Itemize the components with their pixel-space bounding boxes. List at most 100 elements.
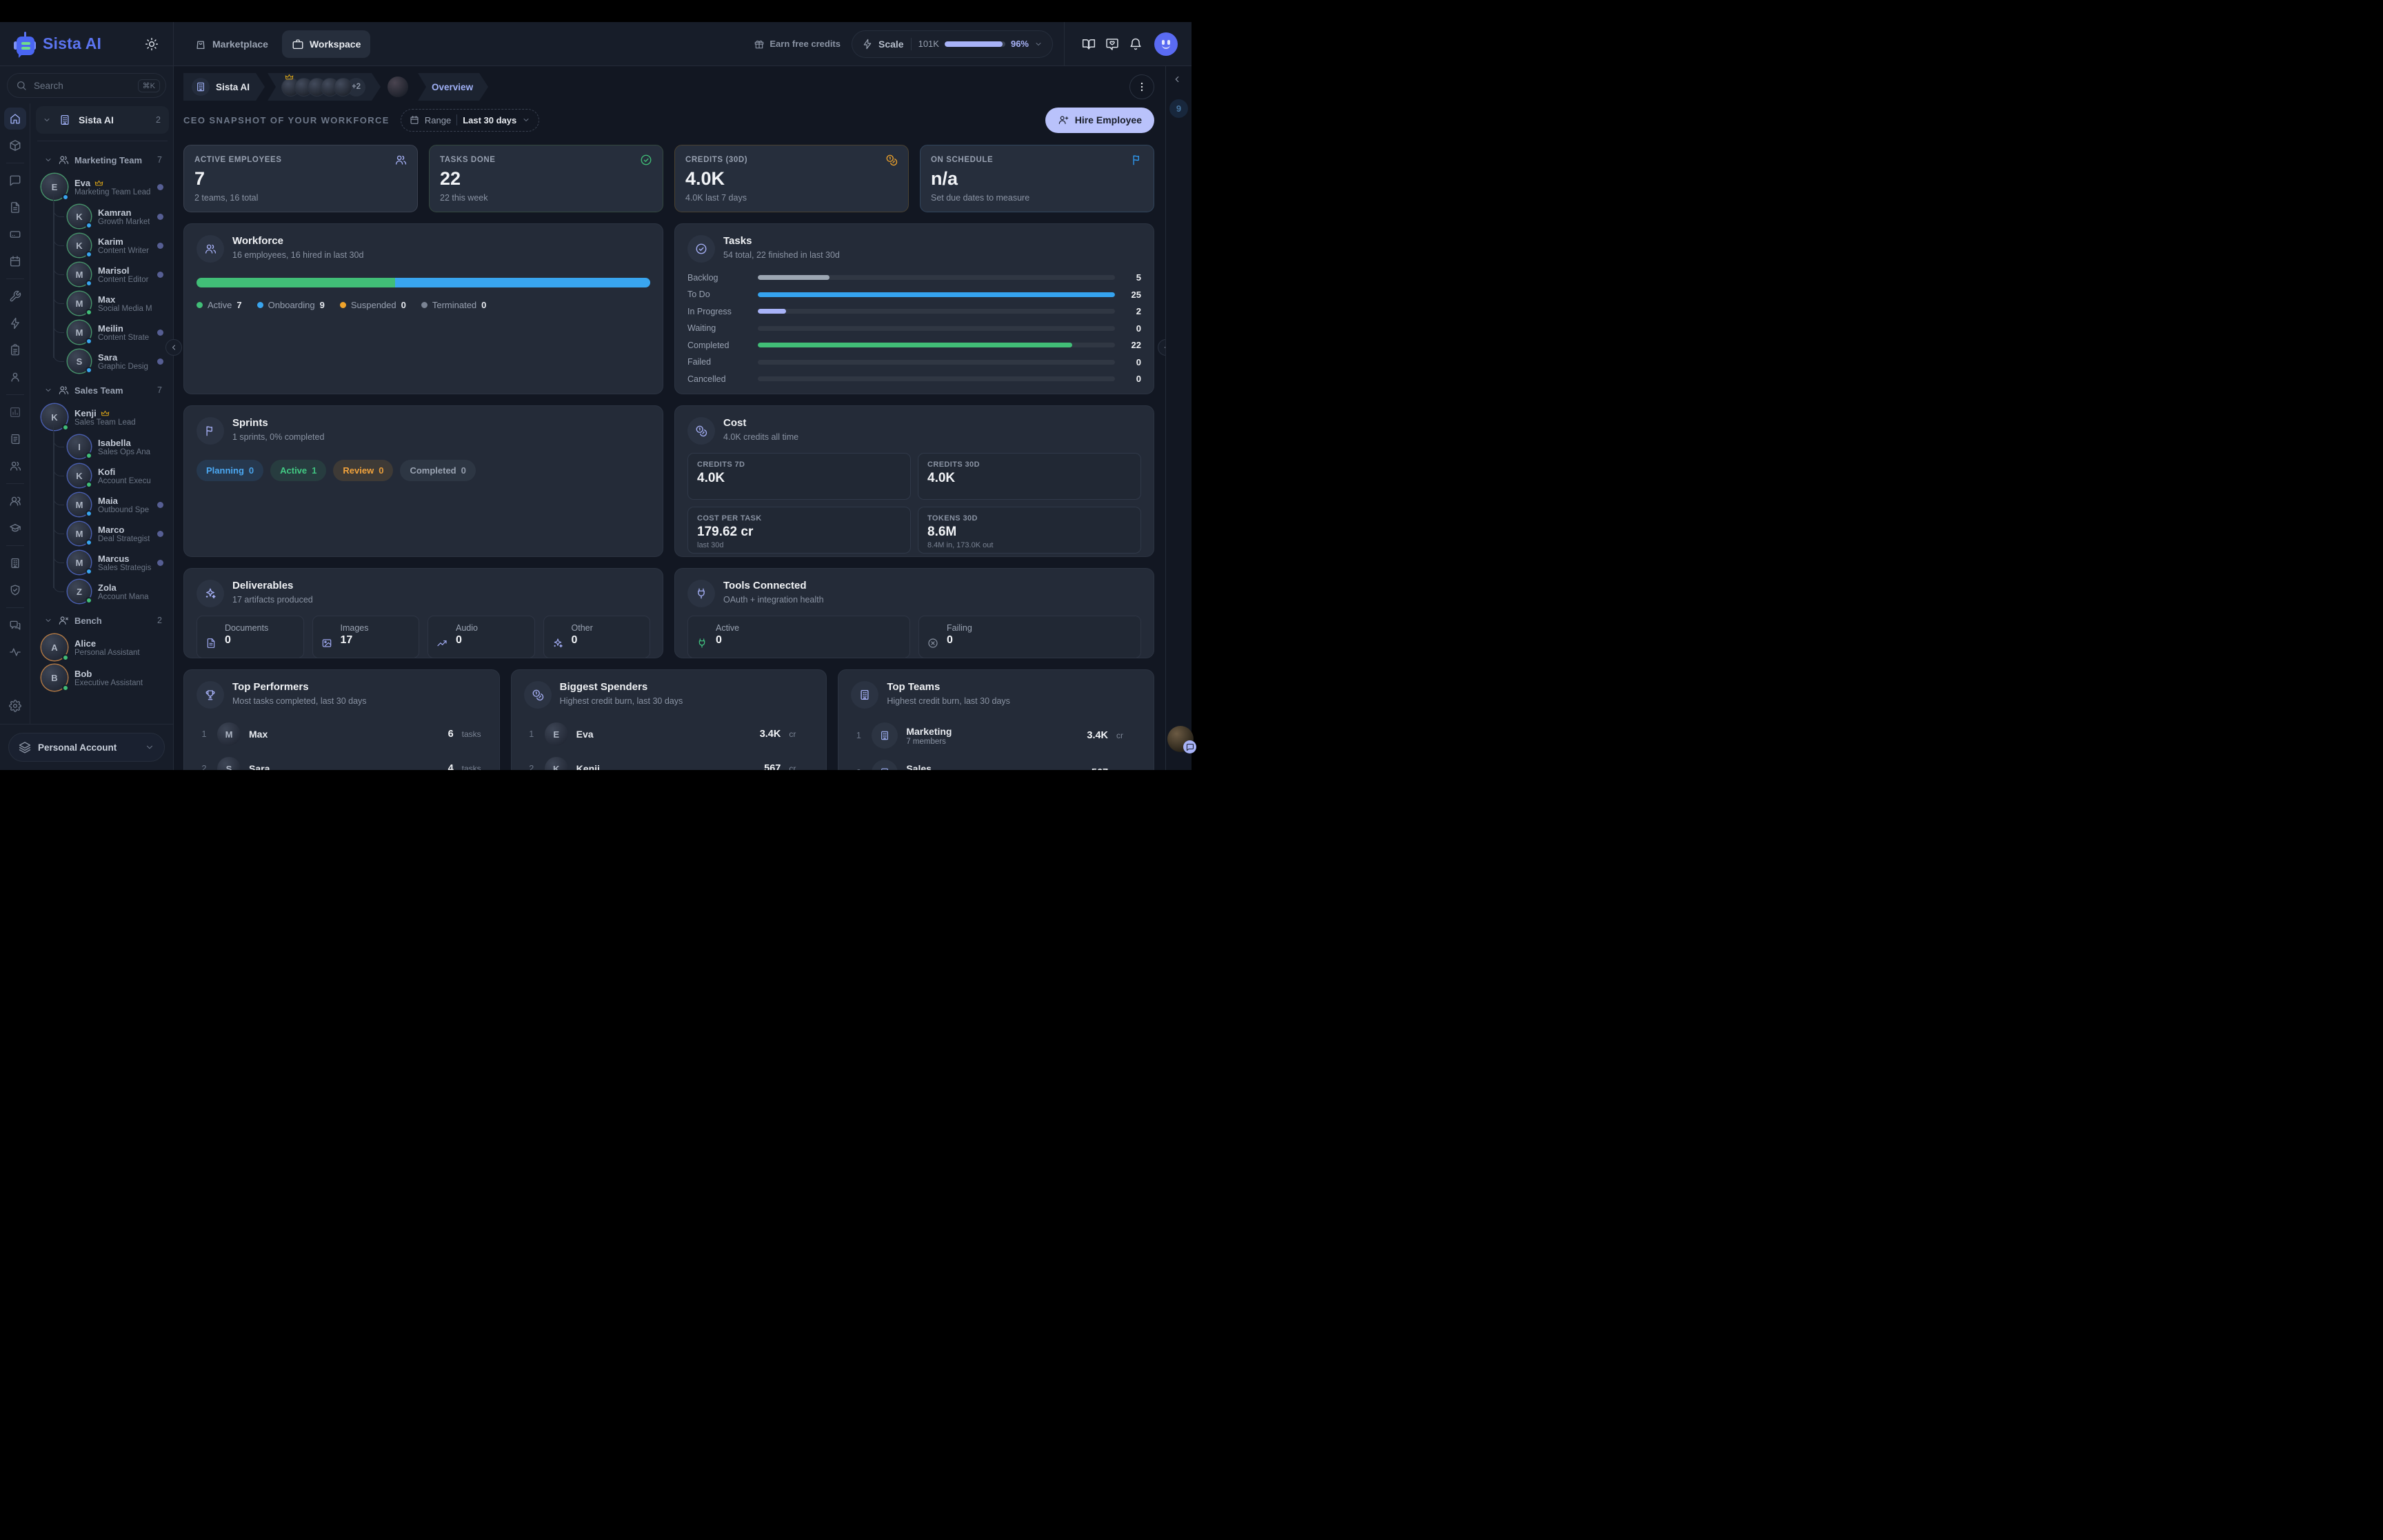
rail-chat-button[interactable]: [4, 170, 26, 192]
sidebar-collapse-button[interactable]: [165, 339, 182, 356]
leaderboard-title: Biggest Spenders: [560, 681, 683, 694]
assistant-avatar[interactable]: [1167, 726, 1194, 752]
team-header-sales-team[interactable]: Sales Team7: [36, 378, 169, 402]
tools-cell-active: Active0: [687, 616, 910, 658]
team-tree: Marketing Team7EEvaMarketing Team LeadKK…: [36, 148, 169, 693]
search-input[interactable]: [32, 80, 132, 92]
team-header-bench[interactable]: Bench2: [36, 609, 169, 632]
scale-control[interactable]: Scale 101K 96%: [852, 30, 1053, 58]
workforce-bar: [197, 278, 650, 287]
team-header-marketing-team[interactable]: Marketing Team7: [36, 148, 169, 172]
hire-employee-button[interactable]: Hire Employee: [1045, 108, 1154, 133]
more-options-button[interactable]: [1129, 74, 1154, 99]
avatar: B: [41, 665, 68, 691]
stat-card-credits-30d[interactable]: CREDITS (30D) 4.0K 4.0K last 7 days: [674, 145, 909, 212]
rail-settings-button[interactable]: [4, 695, 26, 717]
messages-icon: [9, 619, 21, 631]
leaderboard-row[interactable]: 2Sales7 members567cr: [851, 757, 1141, 770]
stat-card-on-schedule[interactable]: ON SCHEDULE n/a Set due dates to measure: [920, 145, 1154, 212]
rail-conversations-button[interactable]: [4, 614, 26, 636]
deliverables-title: Deliverables: [232, 580, 313, 593]
rail-people-button[interactable]: [4, 490, 26, 512]
tab-marketplace[interactable]: Marketplace: [185, 30, 278, 58]
rail-teams-button[interactable]: [4, 455, 26, 477]
stat-label: ACTIVE EMPLOYEES: [194, 156, 282, 164]
scroll-icon: [9, 433, 21, 445]
file-text-icon: [205, 638, 217, 649]
leaderboard-row[interactable]: 1EEva3.4Kcr: [524, 720, 814, 749]
stat-sub: 4.0K last 7 days: [685, 193, 898, 203]
user-icon: [9, 371, 21, 383]
tab-workspace[interactable]: Workspace: [282, 30, 370, 58]
cost-title: Cost: [723, 417, 798, 430]
stat-card-tasks-done[interactable]: TASKS DONE 22 22 this week: [429, 145, 663, 212]
right-rail-collapse-button[interactable]: [1172, 74, 1182, 86]
team-members: KKenjiSales Team LeadIIsabellaSales Ops …: [36, 402, 169, 606]
docs-button[interactable]: [1077, 32, 1100, 56]
legend-item: Active7: [197, 300, 242, 310]
earn-credits-button[interactable]: Earn free credits: [754, 39, 841, 50]
cost-card: Cost 4.0K credits all time CREDITS 7D4.0…: [674, 405, 1154, 557]
users-icon: [394, 154, 407, 166]
building-icon: [57, 112, 73, 128]
rail-logs-button[interactable]: [4, 428, 26, 450]
avatar: M: [68, 522, 91, 545]
rail-organization-button[interactable]: [4, 552, 26, 574]
breadcrumb-page-overview[interactable]: Overview: [418, 73, 488, 101]
rail-storage-button[interactable]: [4, 223, 26, 245]
rail-training-button[interactable]: [4, 517, 26, 539]
check-circle-icon: [687, 235, 715, 263]
org-row-sista-ai[interactable]: Sista AI 2: [36, 106, 169, 134]
panel-collapse-button[interactable]: [1158, 339, 1165, 356]
search-shortcut: ⌘K: [138, 79, 160, 92]
member-row-sara[interactable]: SSaraGraphic Desig: [36, 347, 169, 376]
users-icon: [58, 154, 69, 165]
avatar: K: [68, 205, 91, 228]
rail-analytics-button[interactable]: [4, 401, 26, 423]
rail-documents-button[interactable]: [4, 196, 26, 219]
graduation-cap-icon: [9, 522, 21, 534]
avatar: K: [545, 757, 568, 770]
rail-calendar-button[interactable]: [4, 250, 26, 272]
rail-home-button[interactable]: [4, 108, 26, 130]
rail-packages-button[interactable]: [4, 134, 26, 156]
workforce-legend: Active7Onboarding9Suspended0Terminated0: [197, 300, 650, 310]
cost-cell-tokens-30d: TOKENS 30D8.6M8.4M in, 173.0K out: [918, 507, 1141, 554]
chevron-left-icon: [170, 343, 178, 352]
app-logo[interactable]: Sista AI: [14, 32, 101, 57]
chevron-down-icon: [145, 742, 154, 752]
rail-profile-button[interactable]: [4, 366, 26, 388]
rail-tools-button[interactable]: [4, 285, 26, 307]
date-range-selector[interactable]: Range Last 30 days: [401, 109, 539, 132]
task-status-row: To Do25: [687, 290, 1141, 300]
avatar: M: [68, 292, 91, 315]
notifications-button[interactable]: [1124, 32, 1147, 56]
rail-security-button[interactable]: [4, 579, 26, 601]
member-row-zola[interactable]: ZZolaAccount Mana: [36, 577, 169, 606]
theme-toggle-button[interactable]: [140, 32, 163, 56]
personal-account-switcher[interactable]: Personal Account: [8, 733, 165, 762]
leaderboard-row[interactable]: 1MMax6tasks: [197, 720, 487, 749]
rail-tasks-button[interactable]: [4, 339, 26, 361]
shield-check-icon: [9, 584, 21, 596]
breadcrumb-team-avatars[interactable]: +2: [268, 73, 381, 101]
breadcrumb-org[interactable]: Sista AI: [183, 73, 265, 101]
workforce-card: Workforce 16 employees, 16 hired in last…: [183, 223, 663, 394]
navbar-brand-zone: Sista AI: [0, 22, 174, 65]
avatar: I: [68, 435, 91, 458]
range-label: Range: [425, 115, 451, 125]
search-box[interactable]: ⌘K: [7, 73, 166, 98]
stat-card-active-employees[interactable]: ACTIVE EMPLOYEES 7 2 teams, 16 total: [183, 145, 418, 212]
user-avatar[interactable]: [1154, 32, 1178, 56]
breadcrumb-employee-avatar[interactable]: [388, 77, 408, 97]
member-row-bob[interactable]: BBobExecutive Assistant: [36, 662, 169, 693]
top-performers-card: Top Performers Most tasks completed, las…: [183, 669, 500, 770]
building-icon: [9, 557, 21, 569]
leaderboard-row[interactable]: 2SSara4tasks: [197, 754, 487, 770]
rail-automations-button[interactable]: [4, 312, 26, 334]
feedback-button[interactable]: [1100, 32, 1124, 56]
leaderboard-row[interactable]: 2KKenji567cr: [524, 754, 814, 770]
rail-activity-button[interactable]: [4, 641, 26, 663]
member-row-alice[interactable]: AAlicePersonal Assistant: [36, 632, 169, 662]
leaderboard-row[interactable]: 1Marketing7 members3.4Kcr: [851, 720, 1141, 751]
